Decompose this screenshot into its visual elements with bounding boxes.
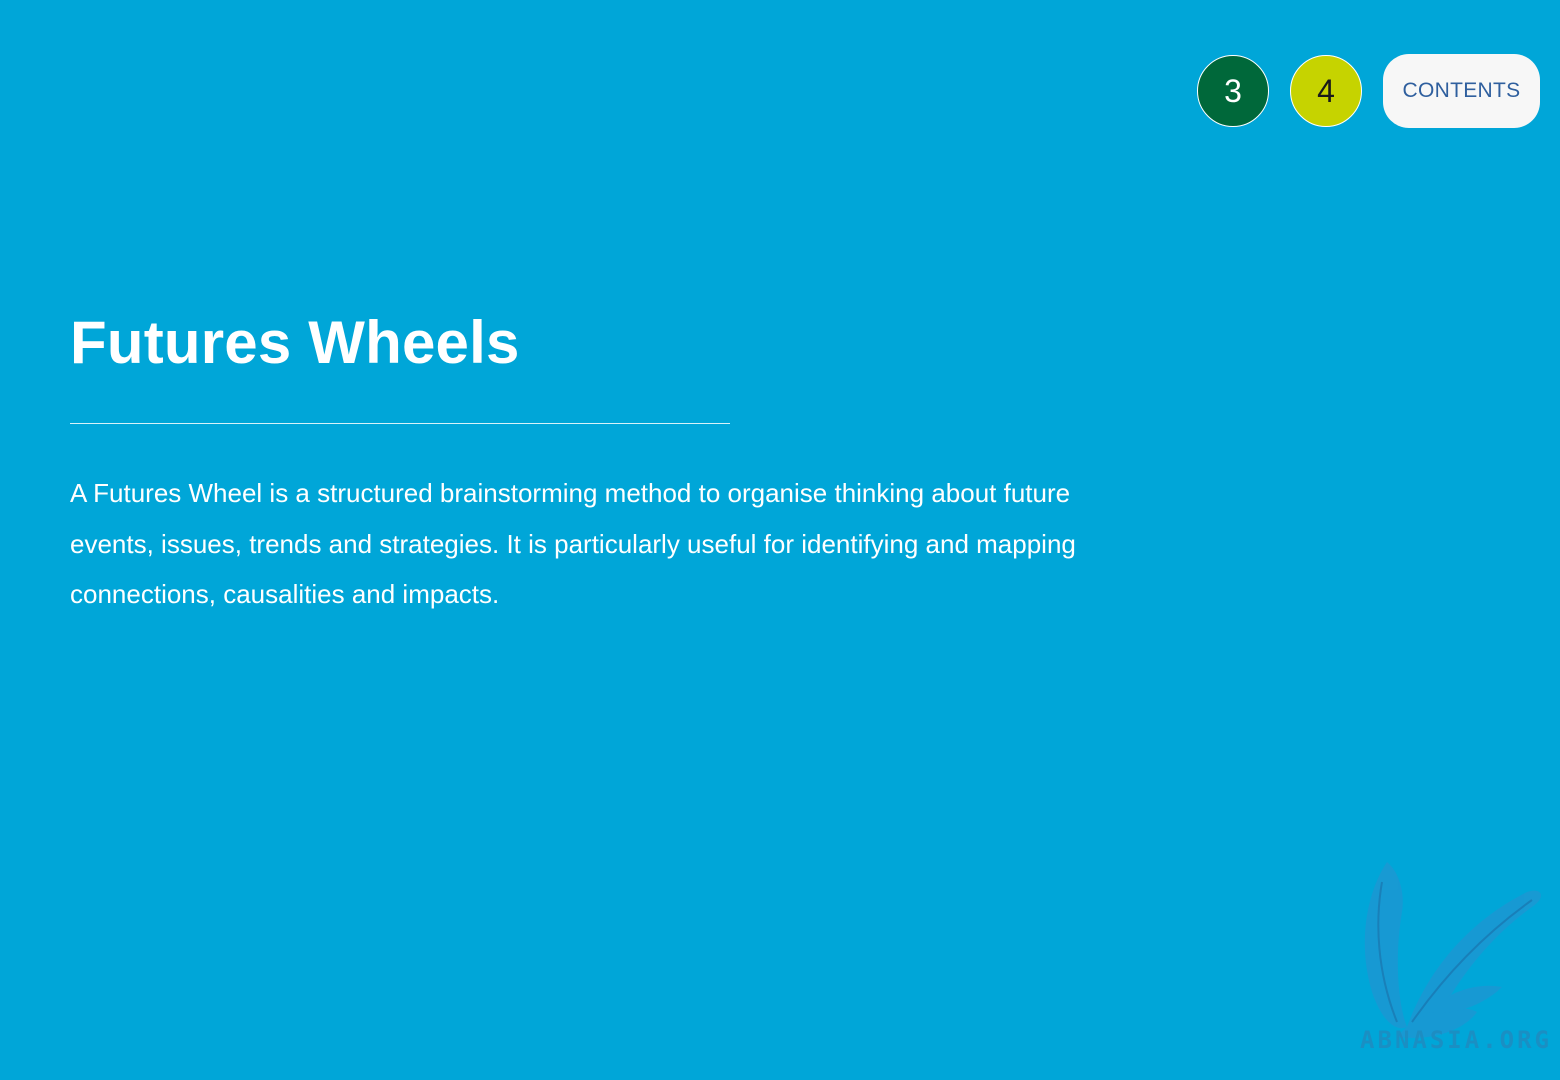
section-3-button[interactable]: 3 <box>1197 55 1269 127</box>
title-divider <box>70 423 730 424</box>
watermark-text: ABNASIA.ORG <box>1360 1026 1552 1054</box>
contents-button[interactable]: CONTENTS <box>1383 54 1540 128</box>
page-title: Futures Wheels <box>70 309 520 376</box>
intro-paragraph: A Futures Wheel is a structured brainsto… <box>70 478 1076 609</box>
section-4-button[interactable]: 4 <box>1290 55 1362 127</box>
section-navigation: 3 4 CONTENTS <box>1197 54 1540 128</box>
quill-icon <box>1364 862 1542 1038</box>
